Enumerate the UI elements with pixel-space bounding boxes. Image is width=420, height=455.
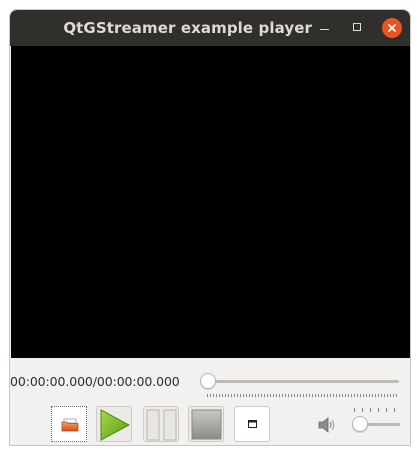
speaker-icon[interactable] (317, 416, 337, 434)
player-window: QtGStreamer example player 00:00:00.000/… (9, 9, 411, 446)
pause-icon (146, 409, 177, 441)
minimize-icon (320, 29, 329, 30)
window-title: QtGStreamer example player (63, 19, 312, 37)
seek-slider-track[interactable] (203, 380, 399, 383)
fullscreen-button[interactable] (234, 406, 270, 442)
play-icon (100, 409, 131, 441)
volume-slider-ticks (354, 408, 400, 412)
seek-slider-handle[interactable] (200, 373, 216, 389)
maximize-icon (353, 23, 361, 31)
volume-slider-handle[interactable] (352, 416, 368, 432)
video-area[interactable] (11, 46, 410, 358)
close-icon (387, 23, 397, 33)
time-display: 00:00:00.000/00:00:00.000 (10, 374, 180, 389)
close-button[interactable] (382, 18, 402, 38)
fullscreen-icon (248, 420, 257, 428)
folder-open-icon (61, 418, 79, 432)
open-file-button[interactable] (51, 406, 87, 442)
seek-slider-ticks (207, 394, 399, 397)
play-button[interactable] (96, 406, 132, 442)
stop-button[interactable] (188, 406, 224, 442)
title-bar[interactable]: QtGStreamer example player (10, 10, 410, 46)
pause-button[interactable] (143, 406, 179, 442)
maximize-button[interactable] (348, 18, 368, 38)
stop-icon (191, 409, 222, 440)
minimize-button[interactable] (314, 18, 334, 38)
